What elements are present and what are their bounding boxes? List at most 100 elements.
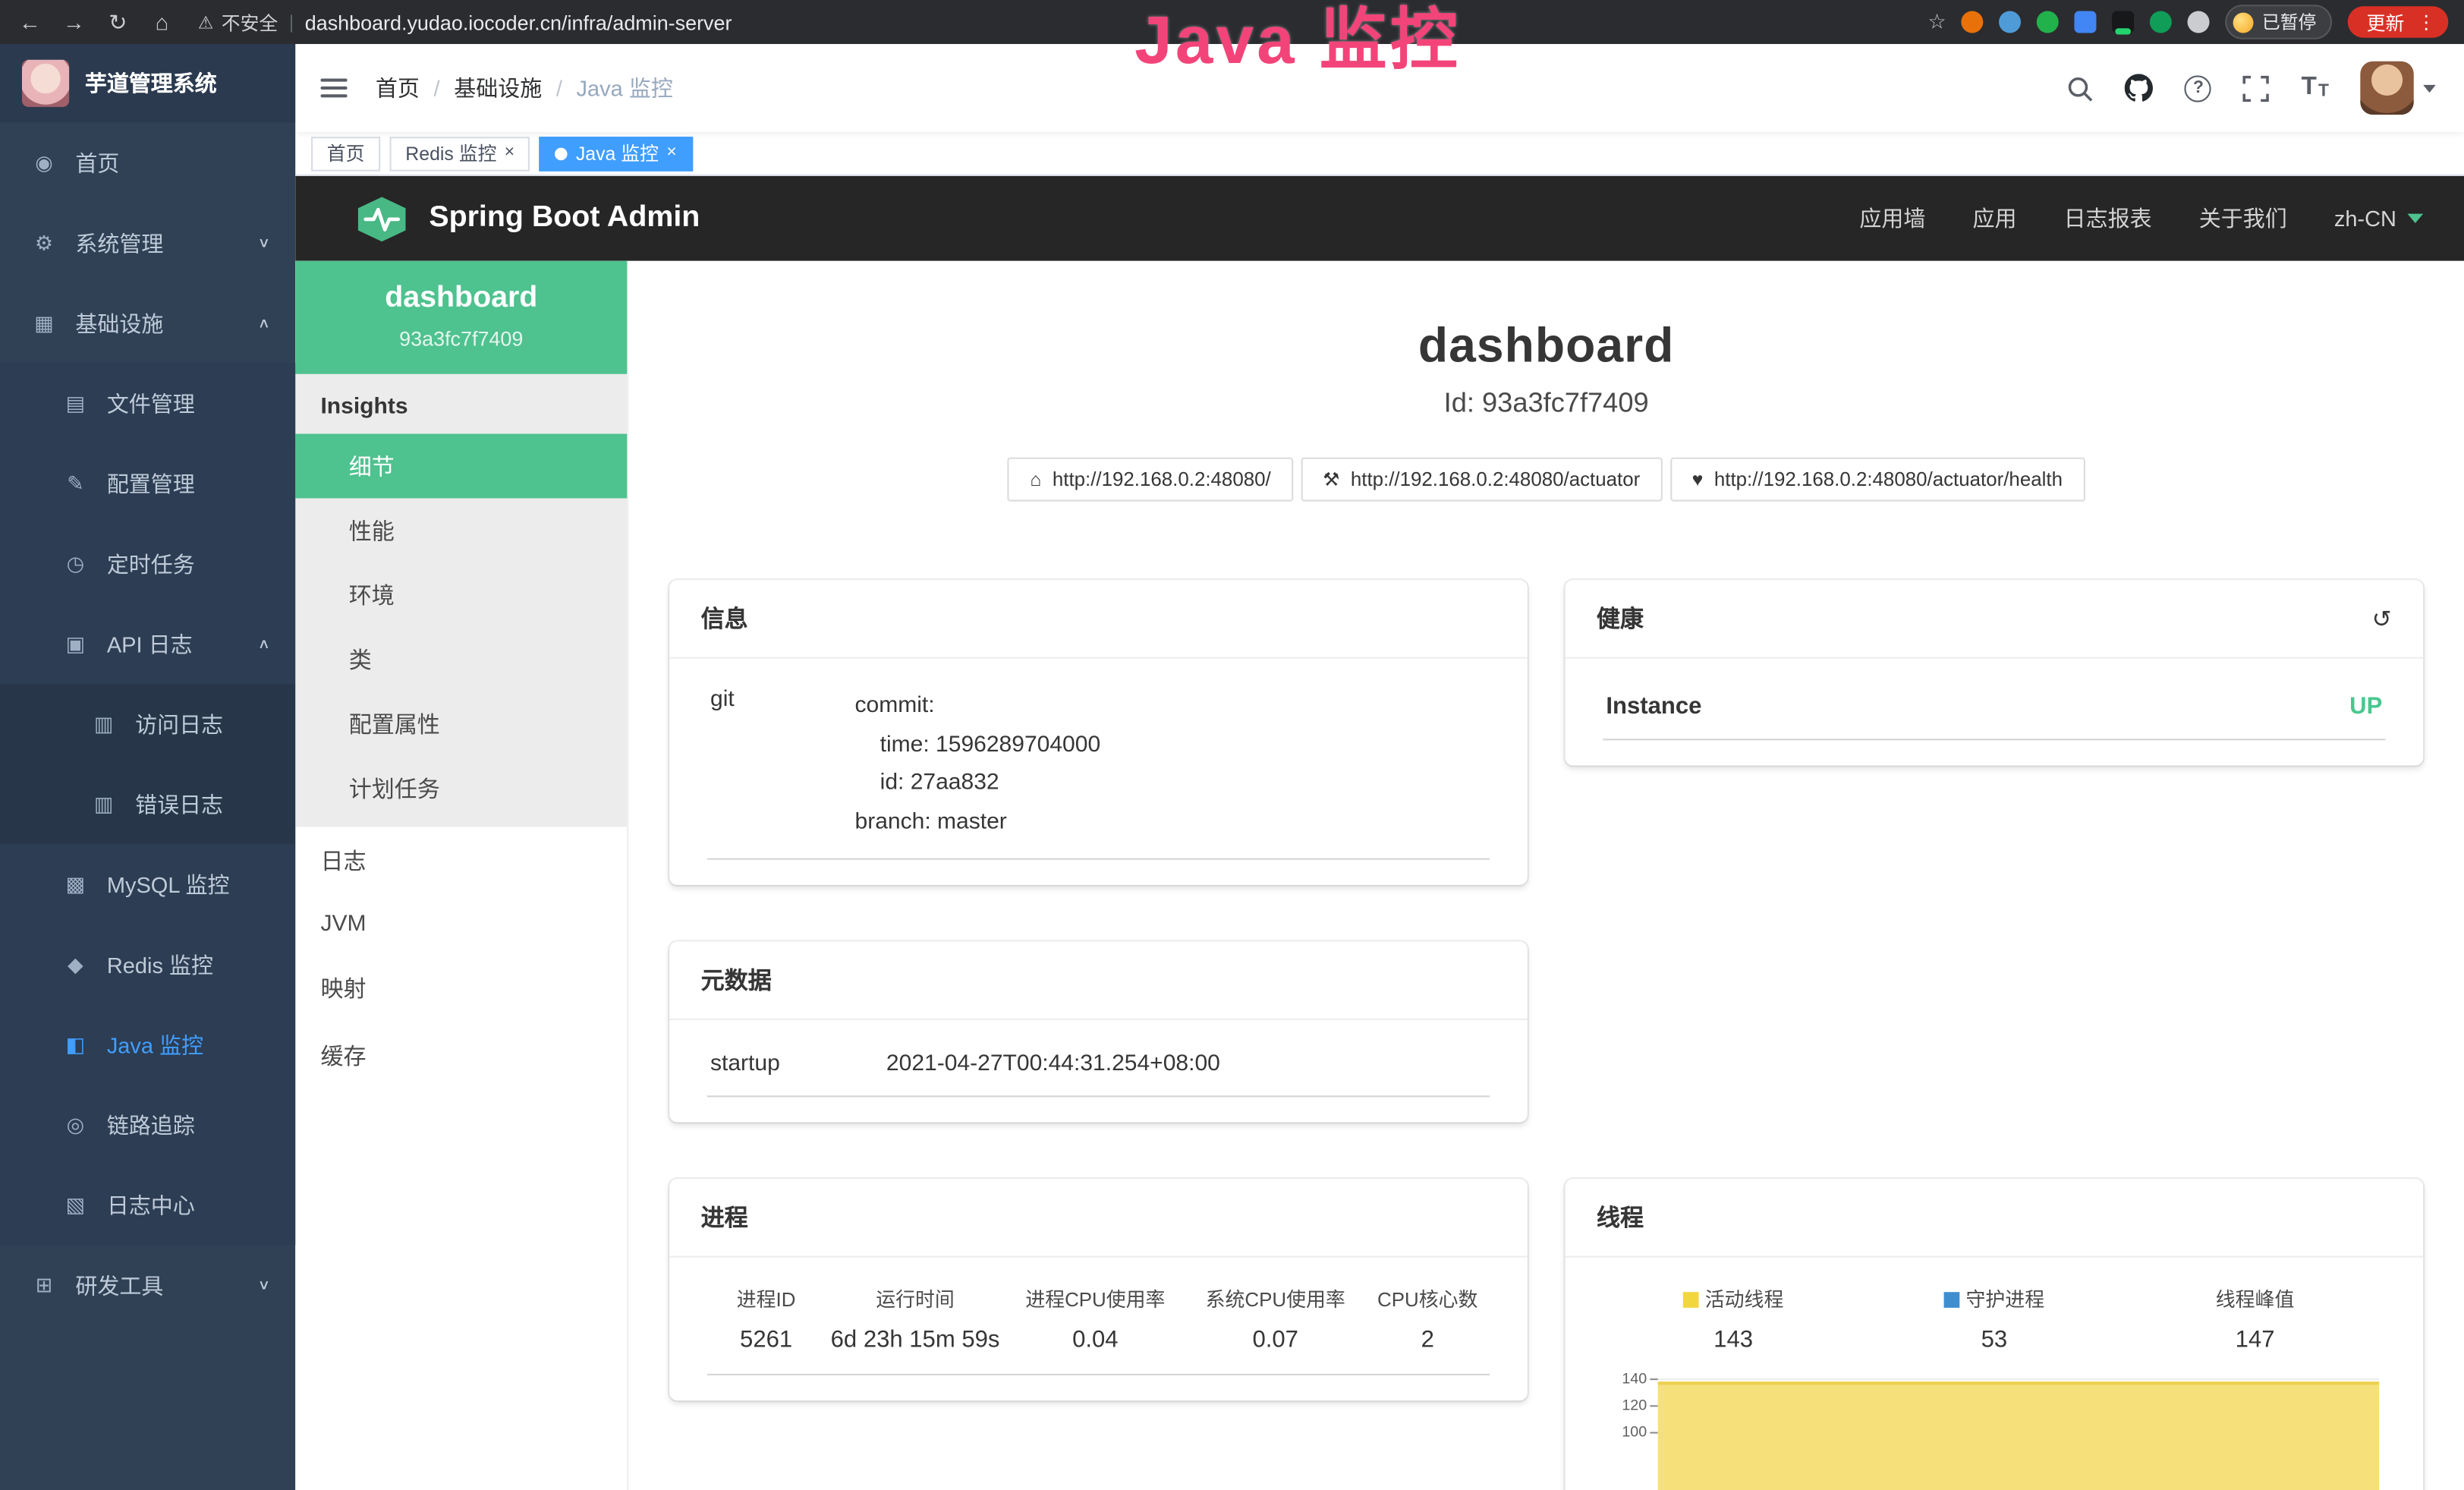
tags-view-bar: 首页 Redis 监控 × Java 监控 × xyxy=(295,132,2464,176)
forward-icon[interactable]: → xyxy=(60,9,88,34)
process-column-headers: 进程ID 运行时间 进程CPU使用率 系统CPU使用率 CPU核心数 xyxy=(707,1263,1490,1315)
app-title: 芋道管理系统 xyxy=(85,68,217,99)
tab-home[interactable]: 首页 xyxy=(311,136,380,171)
sidebar-item-mysql-monitor[interactable]: ▩ MySQL 监控 xyxy=(0,844,295,925)
sba-language-select[interactable]: zh-CN xyxy=(2334,206,2423,231)
sidebar-item-system-management[interactable]: ⚙ 系统管理 ∨ xyxy=(0,203,295,283)
font-size-icon[interactable]: TT xyxy=(2302,75,2329,100)
hamburger-icon[interactable] xyxy=(320,79,347,98)
sba-menu-jvm[interactable]: JVM xyxy=(295,894,627,954)
reload-icon[interactable]: ↻ xyxy=(104,8,132,35)
sidebar-item-infrastructure[interactable]: ▦ 基础设施 ∧ xyxy=(0,283,295,364)
process-card-body: 进程ID 运行时间 进程CPU使用率 系统CPU使用率 CPU核心数 5261 … xyxy=(669,1257,1528,1400)
extension-icon[interactable] xyxy=(1962,11,1984,33)
sidebar-item-api-logs[interactable]: ▣ API 日志 ∧ xyxy=(0,603,295,684)
breadcrumb-home[interactable]: 首页 xyxy=(376,72,420,103)
sba-menu-caches[interactable]: 缓存 xyxy=(295,1022,627,1089)
sba-nav-wallboard[interactable]: 应用墙 xyxy=(1859,203,1925,234)
sba-menu-classes[interactable]: 类 xyxy=(295,627,627,691)
card-title: 健康 xyxy=(1597,602,1644,635)
close-icon[interactable]: × xyxy=(666,145,676,162)
sidebar-item-label: 访问日志 xyxy=(135,708,223,739)
sidebar-item-scheduled-tasks[interactable]: ◷ 定时任务 xyxy=(0,524,295,604)
card-title: 线程 xyxy=(1597,1200,1644,1233)
column-header: CPU核心数 xyxy=(1365,1282,1490,1312)
sidebar-item-config-management[interactable]: ✎ 配置管理 xyxy=(0,443,295,524)
fullscreen-icon[interactable] xyxy=(2243,74,2270,101)
history-icon[interactable]: ↺ xyxy=(2372,604,2392,632)
sba-menu-scheduled-tasks[interactable]: 计划任务 xyxy=(295,756,627,821)
info-row-git: git commit: time: 1596289704000 id: 27aa… xyxy=(707,665,1490,859)
sba-instance-header[interactable]: dashboard 93a3fc7f7409 xyxy=(295,261,627,374)
security-warning-icon[interactable]: ⚠ xyxy=(198,12,213,33)
instance-health-link[interactable]: ♥ http://192.168.0.2:48080/actuator/heal… xyxy=(1670,458,2085,502)
github-icon[interactable] xyxy=(2126,74,2154,102)
profile-paused-badge[interactable]: 已暂停 xyxy=(2226,5,2332,39)
sidebar-item-redis-monitor[interactable]: ◆ Redis 监控 xyxy=(0,925,295,1005)
tab-java-monitor[interactable]: Java 监控 × xyxy=(540,136,692,171)
breadcrumb-section[interactable]: 基础设施 xyxy=(454,72,542,103)
database-icon: ▩ xyxy=(63,871,88,896)
extension-icon[interactable] xyxy=(2189,11,2211,33)
sidebar-item-file-management[interactable]: ▤ 文件管理 xyxy=(0,363,295,443)
instance-root-link[interactable]: ⌂ http://192.168.0.2:48080/ xyxy=(1008,458,1292,502)
gear-icon: ⚙ xyxy=(31,230,56,255)
sba-instance-name: dashboard xyxy=(311,282,612,317)
sidebar-item-home[interactable]: ◉ 首页 xyxy=(0,123,295,203)
sba-menu-details[interactable]: 细节 xyxy=(295,434,627,499)
sba-nav-applications[interactable]: 应用 xyxy=(1973,203,2017,234)
sidebar-item-access-logs[interactable]: ▥ 访问日志 xyxy=(0,684,295,764)
url-text[interactable]: dashboard.yudao.iocoder.cn/infra/admin-s… xyxy=(305,10,732,33)
threads-card: 线程 活动线程 守护进程 线程峰值 143 xyxy=(1566,1178,2424,1490)
sidebar-item-java-monitor[interactable]: ◧ Java 监控 xyxy=(0,1004,295,1085)
extension-icon[interactable] xyxy=(2000,11,2022,33)
health-row-instance: Instance UP xyxy=(1603,665,2385,740)
active-threads-value: 143 xyxy=(1603,1326,1864,1353)
chevron-down-icon xyxy=(2407,214,2423,223)
tab-redis-monitor[interactable]: Redis 监控 × xyxy=(390,136,530,171)
sba-nav-journal[interactable]: 日志报表 xyxy=(2064,203,2152,234)
process-cpu-value: 0.04 xyxy=(1005,1326,1185,1353)
navbar-actions: ? TT xyxy=(2067,61,2436,115)
url-separator: | xyxy=(289,11,294,33)
app-logo-row[interactable]: 芋道管理系统 xyxy=(0,44,295,123)
sba-menu-mappings[interactable]: 映射 xyxy=(295,954,627,1022)
instance-actuator-link[interactable]: ⚒ http://192.168.0.2:48080/actuator xyxy=(1301,458,1662,502)
legend-item: 活动线程 xyxy=(1603,1282,1864,1312)
extension-icon[interactable] xyxy=(2113,11,2135,33)
sba-brand-title[interactable]: Spring Boot Admin xyxy=(429,201,700,236)
back-icon[interactable]: ← xyxy=(16,9,44,34)
log-icon: ▣ xyxy=(63,631,88,656)
search-icon[interactable] xyxy=(2067,74,2094,101)
redis-icon: ◆ xyxy=(63,952,88,977)
threads-legend-labels: 活动线程 守护进程 线程峰值 xyxy=(1603,1263,2385,1315)
sba-group-label[interactable]: Insights xyxy=(295,374,627,434)
avatar[interactable] xyxy=(2360,61,2413,115)
user-menu[interactable] xyxy=(2360,61,2435,115)
browser-update-button[interactable]: 更新 ⋮ xyxy=(2348,6,2449,37)
browser-menu-icon[interactable]: ⋮ xyxy=(2417,11,2436,33)
help-icon[interactable]: ? xyxy=(2185,74,2211,101)
sba-menu-environment[interactable]: 环境 xyxy=(295,562,627,627)
sidebar-item-error-logs[interactable]: ▥ 错误日志 xyxy=(0,764,295,844)
sidebar-item-dev-tools[interactable]: ⊞ 研发工具 ∨ xyxy=(0,1245,295,1325)
info-card-header: 信息 xyxy=(669,580,1528,659)
sba-menu-logs[interactable]: 日志 xyxy=(295,827,627,894)
document-icon: ▥ xyxy=(91,792,116,817)
log-center-icon: ▧ xyxy=(63,1192,88,1218)
sba-menu-performance[interactable]: 性能 xyxy=(295,498,627,562)
extension-icon[interactable] xyxy=(2075,11,2097,33)
browser-home-icon[interactable]: ⌂ xyxy=(148,9,176,34)
close-icon[interactable]: × xyxy=(505,145,515,162)
address-bar[interactable]: ⚠ 不安全 | dashboard.yudao.iocoder.cn/infra… xyxy=(198,8,732,35)
extension-icon[interactable] xyxy=(2038,11,2060,33)
extension-icon[interactable] xyxy=(2151,11,2173,33)
sidebar-item-log-center[interactable]: ▧ 日志中心 xyxy=(0,1164,295,1245)
link-url: http://192.168.0.2:48080/actuator/health xyxy=(1714,468,2063,490)
sba-menu-config-properties[interactable]: 配置属性 xyxy=(295,691,627,756)
wrench-icon: ⚒ xyxy=(1323,468,1339,490)
bookmark-star-icon[interactable]: ☆ xyxy=(1928,9,1946,34)
sidebar-item-link-tracing[interactable]: ◎ 链路追踪 xyxy=(0,1085,295,1165)
axis-tick-mark xyxy=(1650,1404,1657,1406)
sba-nav-about[interactable]: 关于我们 xyxy=(2199,203,2287,234)
